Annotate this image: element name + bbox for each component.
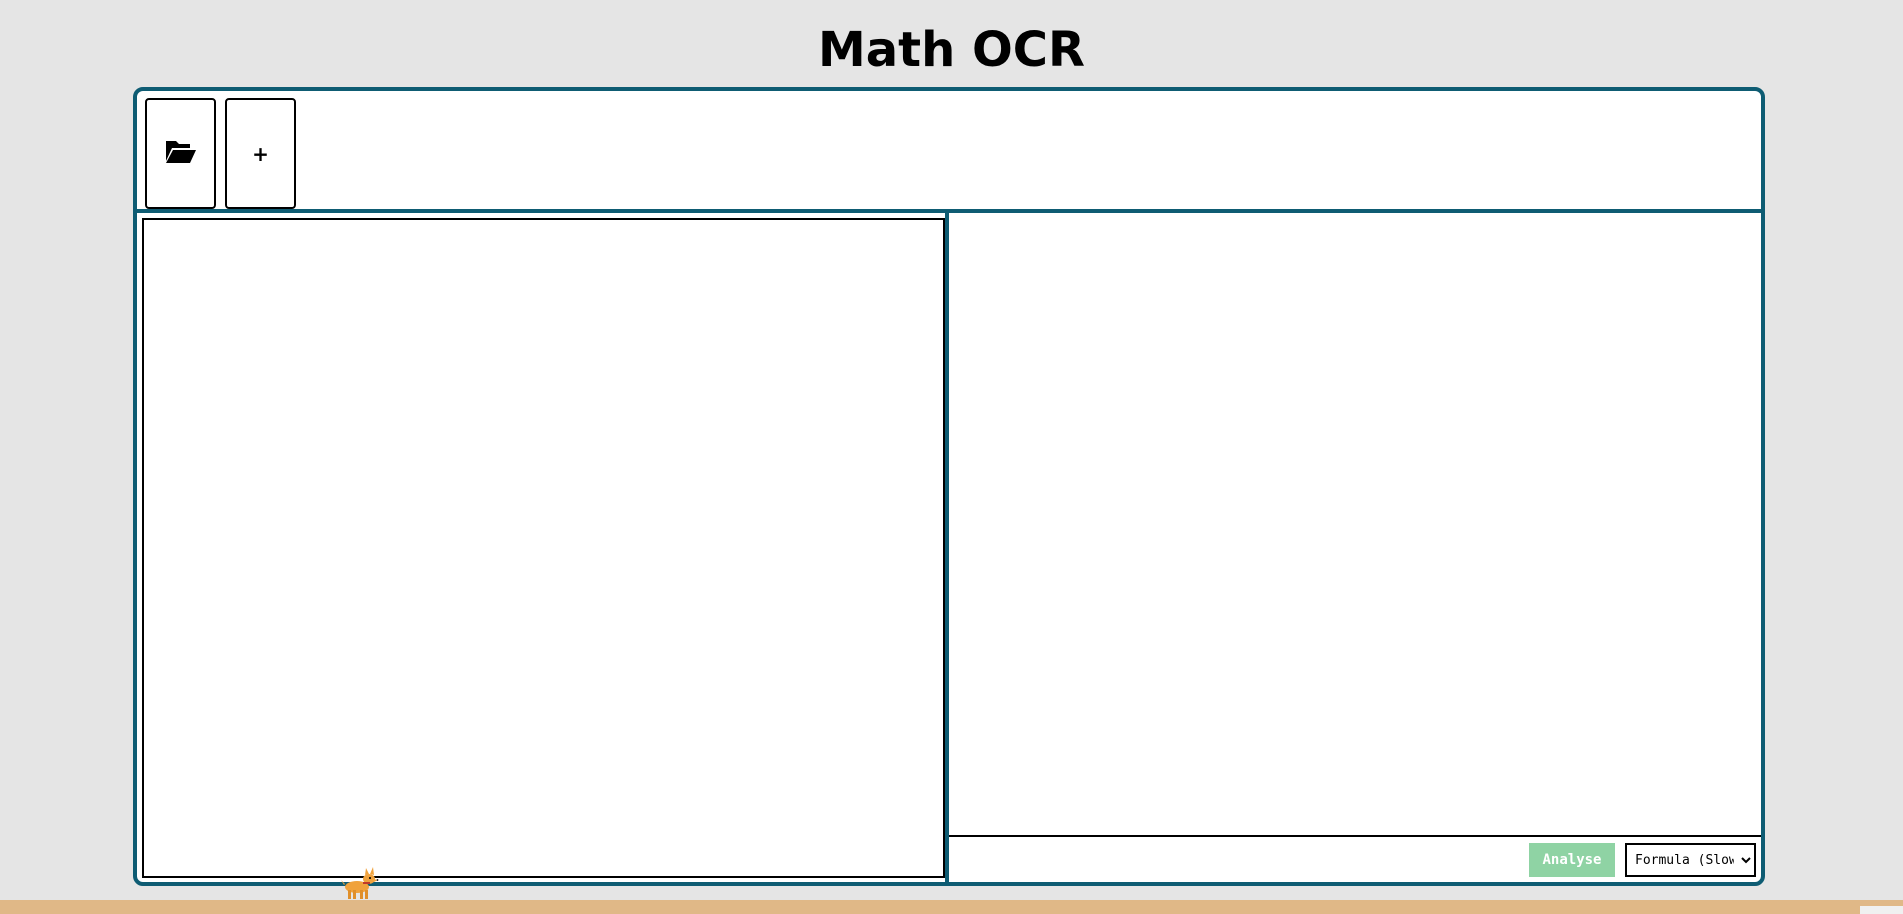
app-frame: + Analyse Formula (Slow): [133, 87, 1765, 886]
ground-corner: [1860, 906, 1903, 914]
panels: Analyse Formula (Slow): [137, 213, 1761, 882]
output-panel: Analyse Formula (Slow): [949, 213, 1761, 882]
open-file-button[interactable]: [145, 98, 216, 209]
add-label: +: [252, 141, 269, 166]
mode-select[interactable]: Formula (Slow): [1625, 843, 1756, 877]
ground-strip: [0, 900, 1903, 914]
dog-icon: [340, 866, 380, 902]
add-button[interactable]: +: [225, 98, 296, 209]
controls-bar: Analyse Formula (Slow): [949, 837, 1761, 882]
toolbar: +: [137, 91, 1761, 213]
analyse-button[interactable]: Analyse: [1529, 843, 1615, 877]
output-area[interactable]: [949, 213, 1761, 837]
folder-open-icon: [165, 139, 197, 169]
input-panel: [137, 213, 949, 882]
page-title: Math OCR: [818, 22, 1085, 78]
image-drop-area[interactable]: [142, 218, 945, 878]
